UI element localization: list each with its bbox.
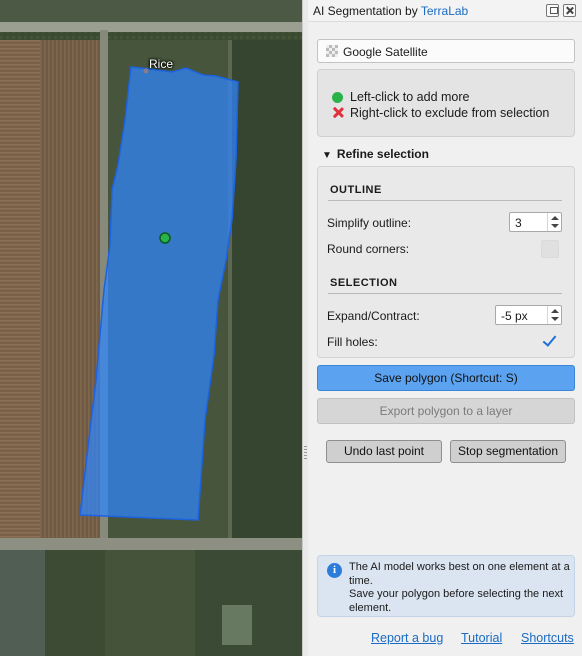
positive-point-marker [159, 232, 171, 244]
info-line-2: Save your polygon before selecting the n… [349, 588, 564, 614]
info-line-1: The AI model works best on one element a… [349, 561, 570, 587]
satellite-imagery[interactable] [0, 0, 302, 656]
refine-selection-group: OUTLINE Simplify outline: 3 Round corner… [317, 166, 575, 358]
label-anchor-dot [143, 68, 149, 74]
raster-layer-icon [326, 45, 338, 57]
panel-title-text: AI Segmentation by [313, 4, 421, 18]
spin-down-icon[interactable] [551, 224, 559, 228]
spin-up-icon[interactable] [551, 309, 559, 313]
instructions-box: Left-click to add more Right-click to ex… [317, 69, 575, 137]
info-box: i The AI model works best on one element… [317, 555, 575, 617]
close-icon[interactable] [563, 4, 576, 17]
simplify-outline-spinbox[interactable]: 3 [509, 212, 562, 232]
spin-up-icon[interactable] [551, 216, 559, 220]
save-polygon-button[interactable]: Save polygon (Shortcut: S) [317, 365, 575, 391]
round-corners-checkbox[interactable] [541, 240, 559, 258]
spin-arrows[interactable] [547, 213, 561, 231]
selection-section-title: SELECTION [330, 277, 398, 289]
layer-selector-value: Google Satellite [343, 45, 428, 59]
panel-titlebar: AI Segmentation by TerraLab [308, 0, 582, 22]
undo-last-point-button[interactable]: Undo last point [326, 440, 442, 463]
green-dot-icon [332, 92, 343, 103]
export-polygon-button[interactable]: Export polygon to a layer [317, 398, 575, 424]
fill-holes-checkbox[interactable] [542, 333, 558, 349]
outline-section-title: OUTLINE [330, 184, 382, 196]
expand-contract-label: Expand/Contract: [327, 309, 420, 323]
panel-title-brand: TerraLab [420, 4, 469, 18]
ai-segmentation-panel: AI Segmentation by TerraLab Google Satel… [308, 0, 582, 656]
stop-segmentation-button[interactable]: Stop segmentation [450, 440, 566, 463]
tutorial-link[interactable]: Tutorial [461, 631, 502, 645]
map-canvas[interactable]: Rice [0, 0, 302, 656]
expand-contract-spinbox[interactable]: -5 px [495, 305, 562, 325]
simplify-outline-value: 3 [515, 216, 522, 230]
red-x-icon [332, 106, 345, 119]
panel-title: AI Segmentation by TerraLab [313, 4, 468, 18]
fill-holes-label: Fill holes: [327, 335, 378, 349]
float-icon[interactable] [546, 4, 559, 17]
expand-contract-value: -5 px [501, 309, 528, 323]
hint-exclude-text: Right-click to exclude from selection [350, 106, 550, 120]
info-text: The AI model works best on one element a… [349, 561, 571, 615]
outline-divider [328, 200, 562, 201]
shortcuts-link[interactable]: Shortcuts [521, 631, 574, 645]
selection-divider [328, 293, 562, 294]
hint-add-text: Left-click to add more [350, 90, 470, 104]
refine-selection-toggle[interactable]: ▼ Refine selection [322, 147, 429, 161]
collapse-triangle-icon: ▼ [322, 150, 332, 161]
map-label-rice: Rice [149, 57, 174, 71]
report-bug-link[interactable]: Report a bug [371, 631, 443, 645]
info-icon: i [327, 563, 342, 578]
simplify-outline-label: Simplify outline: [327, 216, 412, 230]
spin-arrows[interactable] [547, 306, 561, 324]
refine-selection-label: Refine selection [336, 147, 429, 161]
spin-down-icon[interactable] [551, 317, 559, 321]
splitter-grip-icon[interactable] [304, 446, 307, 460]
round-corners-label: Round corners: [327, 242, 410, 256]
layer-selector[interactable]: Google Satellite [317, 39, 575, 63]
